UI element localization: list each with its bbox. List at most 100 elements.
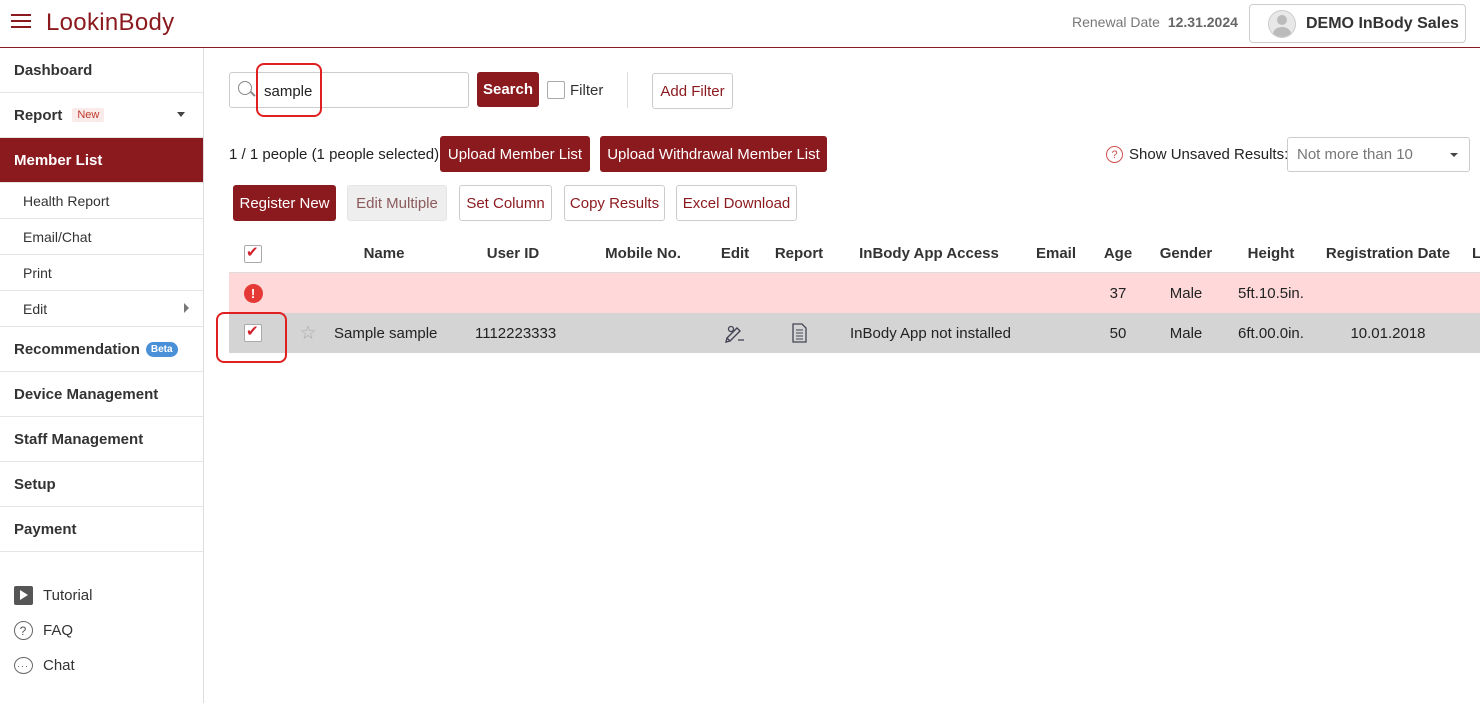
gender-cell: Male — [1169, 324, 1203, 342]
show-unsaved-results: ? Show Unsaved Results: — [1106, 146, 1288, 163]
select-all-cell — [243, 235, 263, 272]
col-registration-date[interactable]: Registration Date — [1326, 235, 1450, 272]
col-mobile[interactable]: Mobile No. — [601, 235, 685, 272]
edit-multiple-button[interactable]: Edit Multiple — [347, 185, 447, 221]
select-all-checkbox[interactable] — [244, 243, 262, 263]
sidebar-subitem-health-report[interactable]: Health Report — [0, 183, 203, 219]
member-table: Name User ID Mobile No. Edit Report InBo… — [229, 235, 1480, 353]
excel-download-button[interactable]: Excel Download — [676, 185, 797, 221]
sidebar-subitem-label: Email/Chat — [23, 228, 92, 245]
age-cell: 37 — [1109, 284, 1127, 302]
tutorial-link[interactable]: Tutorial — [0, 578, 204, 613]
col-app-access[interactable]: InBody App Access — [859, 235, 999, 272]
upload-withdrawal-member-list-button[interactable]: Upload Withdrawal Member List — [600, 136, 827, 172]
add-filter-button[interactable]: Add Filter — [652, 73, 733, 109]
sidebar-item-member-list[interactable]: Member List — [0, 138, 203, 183]
faq-link[interactable]: ? FAQ — [0, 613, 204, 648]
sidebar-subitem-label: Edit — [23, 300, 48, 317]
user-account-button[interactable]: DEMO InBody Sales — [1249, 4, 1466, 43]
beta-badge: Beta — [145, 341, 178, 357]
sidebar-item-dashboard[interactable]: Dashboard — [0, 48, 203, 93]
edit-pen-icon[interactable] — [724, 323, 746, 343]
search-box — [229, 72, 469, 108]
sidebar-item-label: Payment — [14, 520, 77, 538]
top-header: LookinBody Renewal Date 12.31.2024 DEMO … — [0, 0, 1480, 48]
search-button[interactable]: Search — [477, 72, 539, 107]
chevron-right-icon — [184, 303, 189, 313]
star-icon[interactable]: ☆ — [299, 322, 316, 345]
search-input[interactable] — [264, 80, 464, 102]
unsaved-results-select[interactable]: Not more than 10 — [1287, 137, 1470, 172]
sidebar-subitem-print[interactable]: Print — [0, 255, 203, 291]
sidebar: Dashboard Report New Member List Health … — [0, 48, 204, 703]
alert-icon: ! — [243, 283, 263, 303]
sidebar-item-label: Setup — [14, 475, 56, 493]
menu-icon[interactable] — [11, 14, 31, 30]
selection-count: 1 / 1 people (1 people selected) — [229, 146, 440, 163]
sidebar-item-label: Report — [14, 106, 63, 124]
renewal-info: Renewal Date 12.31.2024 — [1072, 14, 1238, 30]
show-unsaved-label: Show Unsaved Results: — [1129, 146, 1289, 163]
sidebar-subitem-email-chat[interactable]: Email/Chat — [0, 219, 203, 255]
help-icon[interactable]: ? — [1106, 146, 1123, 163]
sidebar-item-setup[interactable]: Setup — [0, 462, 203, 507]
avatar-icon — [1268, 9, 1296, 38]
report-cell — [787, 313, 811, 353]
copy-results-button[interactable]: Copy Results — [564, 185, 665, 221]
sidebar-subitem-label: Health Report — [23, 192, 110, 209]
renewal-date: 12.31.2024 — [1167, 14, 1238, 30]
question-icon: ? — [13, 621, 33, 640]
col-age[interactable]: Age — [1098, 235, 1138, 272]
favorite-cell: ☆ — [297, 313, 319, 353]
name-cell[interactable]: Sample sample — [334, 313, 454, 353]
filter-checkbox[interactable] — [547, 81, 565, 99]
sidebar-item-label: Device Management — [14, 385, 159, 403]
sidebar-item-recommendation[interactable]: Recommendation Beta — [0, 327, 203, 372]
col-height[interactable]: Height — [1239, 235, 1303, 272]
report-doc-icon[interactable] — [790, 323, 808, 343]
help-links: Tutorial ? FAQ ··· Chat — [0, 578, 204, 683]
tutorial-label: Tutorial — [43, 587, 93, 604]
registration-date-cell: 10.01.2018 — [1350, 324, 1426, 342]
app-logo[interactable]: LookinBody — [46, 9, 174, 37]
col-name[interactable]: Name — [343, 235, 425, 272]
col-gender[interactable]: Gender — [1155, 235, 1217, 272]
upload-member-list-button[interactable]: Upload Member List — [440, 136, 590, 172]
user-id-cell: 1112223333 — [475, 324, 557, 342]
sidebar-item-label: Recommendation — [14, 340, 140, 358]
age-cell: 50 — [1109, 324, 1127, 342]
col-edit[interactable]: Edit — [714, 235, 756, 272]
sidebar-item-payment[interactable]: Payment — [0, 507, 203, 552]
sidebar-subitem-edit[interactable]: Edit — [0, 291, 203, 327]
set-column-button[interactable]: Set Column — [459, 185, 552, 221]
sidebar-item-device-management[interactable]: Device Management — [0, 372, 203, 417]
sidebar-item-staff-management[interactable]: Staff Management — [0, 417, 203, 462]
divider — [627, 72, 628, 108]
table-header: Name User ID Mobile No. Edit Report InBo… — [229, 235, 1480, 273]
alert-cell: ! — [243, 273, 263, 313]
faq-label: FAQ — [43, 622, 74, 639]
sidebar-item-label: Member List — [14, 151, 103, 169]
chat-link[interactable]: ··· Chat — [0, 648, 204, 683]
row-select-cell — [243, 313, 263, 353]
sidebar-item-label: Staff Management — [14, 430, 144, 448]
chat-bubble-icon: ··· — [13, 657, 33, 674]
chat-label: Chat — [43, 657, 75, 674]
col-email[interactable]: Email — [1029, 235, 1083, 272]
table-row-warning[interactable]: ! 37 Male 5ft.10.5in. — [229, 273, 1480, 313]
col-report[interactable]: Report — [771, 235, 827, 272]
search-icon — [238, 81, 252, 95]
sidebar-item-label: Dashboard — [14, 61, 93, 79]
renewal-label: Renewal Date — [1072, 14, 1160, 30]
col-overflow[interactable]: L — [1472, 235, 1480, 272]
app-access-cell: InBody App not installed — [850, 324, 1011, 342]
register-new-button[interactable]: Register New — [233, 185, 336, 221]
col-user-id[interactable]: User ID — [474, 235, 552, 272]
height-cell: 6ft.00.0in. — [1238, 324, 1304, 342]
chevron-down-icon — [177, 112, 185, 117]
gender-cell: Male — [1169, 284, 1203, 302]
table-row[interactable]: ☆ Sample sample 1112223333 InBody — [229, 313, 1480, 353]
sidebar-item-report[interactable]: Report New — [0, 93, 203, 138]
filter-toggle[interactable]: Filter — [547, 81, 603, 99]
row-checkbox[interactable] — [244, 322, 262, 342]
